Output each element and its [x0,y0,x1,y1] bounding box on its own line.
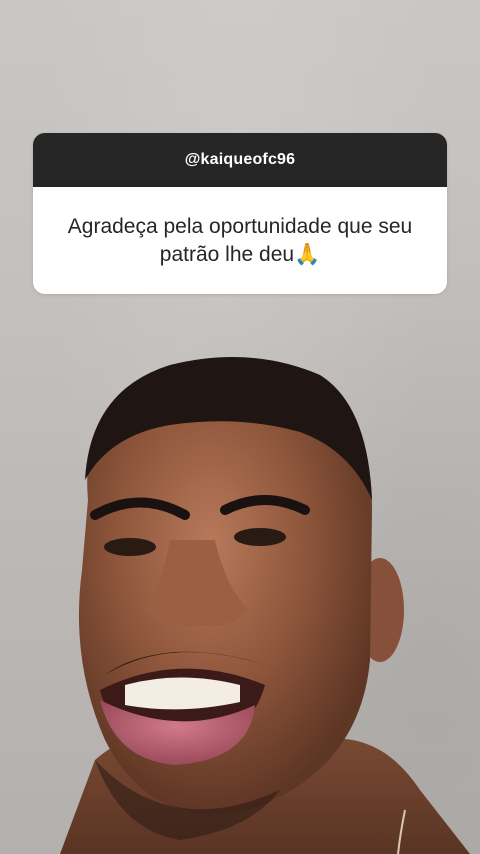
question-sticker-body: Agradeça pela oportunidade que seu patrã… [33,187,447,294]
question-sticker[interactable]: @kaiqueofc96 Agradeça pela oportunidade … [33,133,447,294]
person-face-photo [60,357,470,854]
question-sticker-header: @kaiqueofc96 [33,133,447,187]
question-text: Agradeça pela oportunidade que seu patrã… [67,214,413,266]
question-username: @kaiqueofc96 [184,151,296,168]
